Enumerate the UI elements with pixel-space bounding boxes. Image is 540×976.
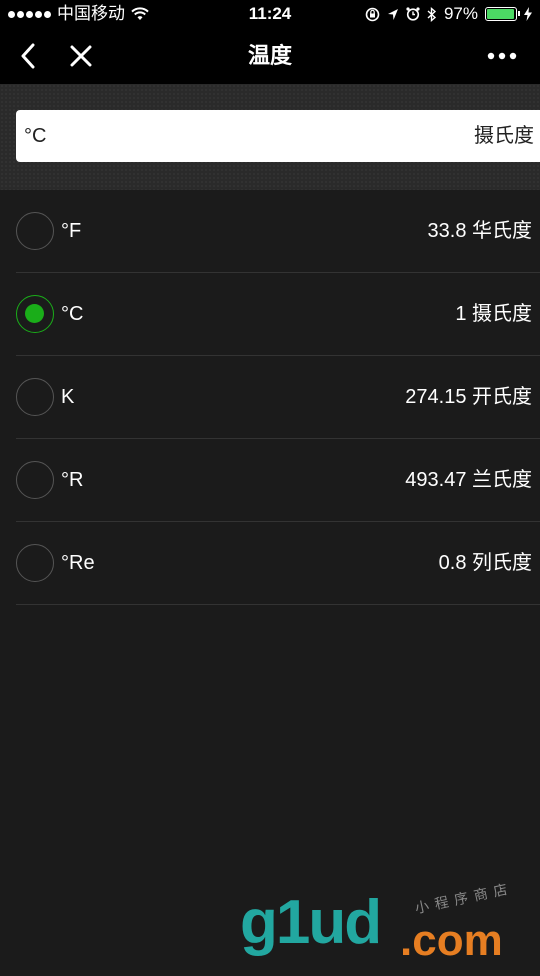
list-item-celsius[interactable]: °C 1 摄氏度 [16, 273, 540, 356]
unit-list: °F 33.8 华氏度 °C 1 摄氏度 K 274.15 开氏度 °R 493… [0, 190, 540, 605]
bluetooth-icon [427, 6, 437, 22]
unit-value: 1 摄氏度 [455, 303, 532, 325]
unit-symbol: °Re [61, 552, 95, 574]
page-title: 温度 [247, 43, 292, 68]
radio-kelvin[interactable] [16, 378, 54, 416]
input-panel: °C 摄氏度 [0, 84, 540, 190]
unit-value: 33.8 华氏度 [427, 220, 532, 242]
unit-value: 274.15 开氏度 [405, 386, 532, 408]
unit-symbol: °R [61, 469, 84, 491]
radio-rankine[interactable] [16, 461, 54, 499]
temperature-input[interactable]: °C 摄氏度 [16, 110, 540, 162]
status-right: 97% [365, 0, 532, 28]
watermark-logo: g1ud .com 小程序商店 [240, 881, 540, 965]
more-button[interactable] [486, 28, 518, 84]
radio-celsius[interactable] [16, 295, 54, 333]
unit-value: 0.8 列氏度 [438, 552, 532, 574]
list-item-rankine[interactable]: °R 493.47 兰氏度 [16, 439, 540, 522]
status-bar: 中国移动 11:24 97% [0, 0, 540, 28]
watermark-suffix: .com [400, 916, 503, 965]
watermark-main: g1ud [240, 888, 382, 957]
battery-fill [487, 9, 515, 19]
radio-selected-dot [25, 304, 44, 323]
nav-bar: 温度 [0, 28, 540, 84]
location-icon [387, 8, 399, 21]
unit-symbol: °C [61, 303, 84, 325]
list-item-kelvin[interactable]: K 274.15 开氏度 [16, 356, 540, 439]
orientation-lock-icon [365, 7, 380, 22]
list-item-reaumur[interactable]: °Re 0.8 列氏度 [16, 522, 540, 605]
alarm-icon [406, 7, 420, 21]
battery-percent: 97% [443, 4, 478, 23]
radio-reaumur[interactable] [16, 544, 54, 582]
unit-symbol: K [61, 386, 75, 408]
radio-fahrenheit[interactable] [16, 212, 54, 250]
unit-value: 493.47 兰氏度 [405, 469, 532, 491]
battery-icon [485, 7, 520, 21]
unit-symbol: °F [61, 220, 82, 242]
input-unit-label: °C [24, 125, 47, 147]
charging-icon [524, 7, 532, 21]
more-icon [487, 52, 517, 60]
input-unit-name: 摄氏度 [474, 125, 534, 147]
list-item-fahrenheit[interactable]: °F 33.8 华氏度 [16, 190, 540, 273]
